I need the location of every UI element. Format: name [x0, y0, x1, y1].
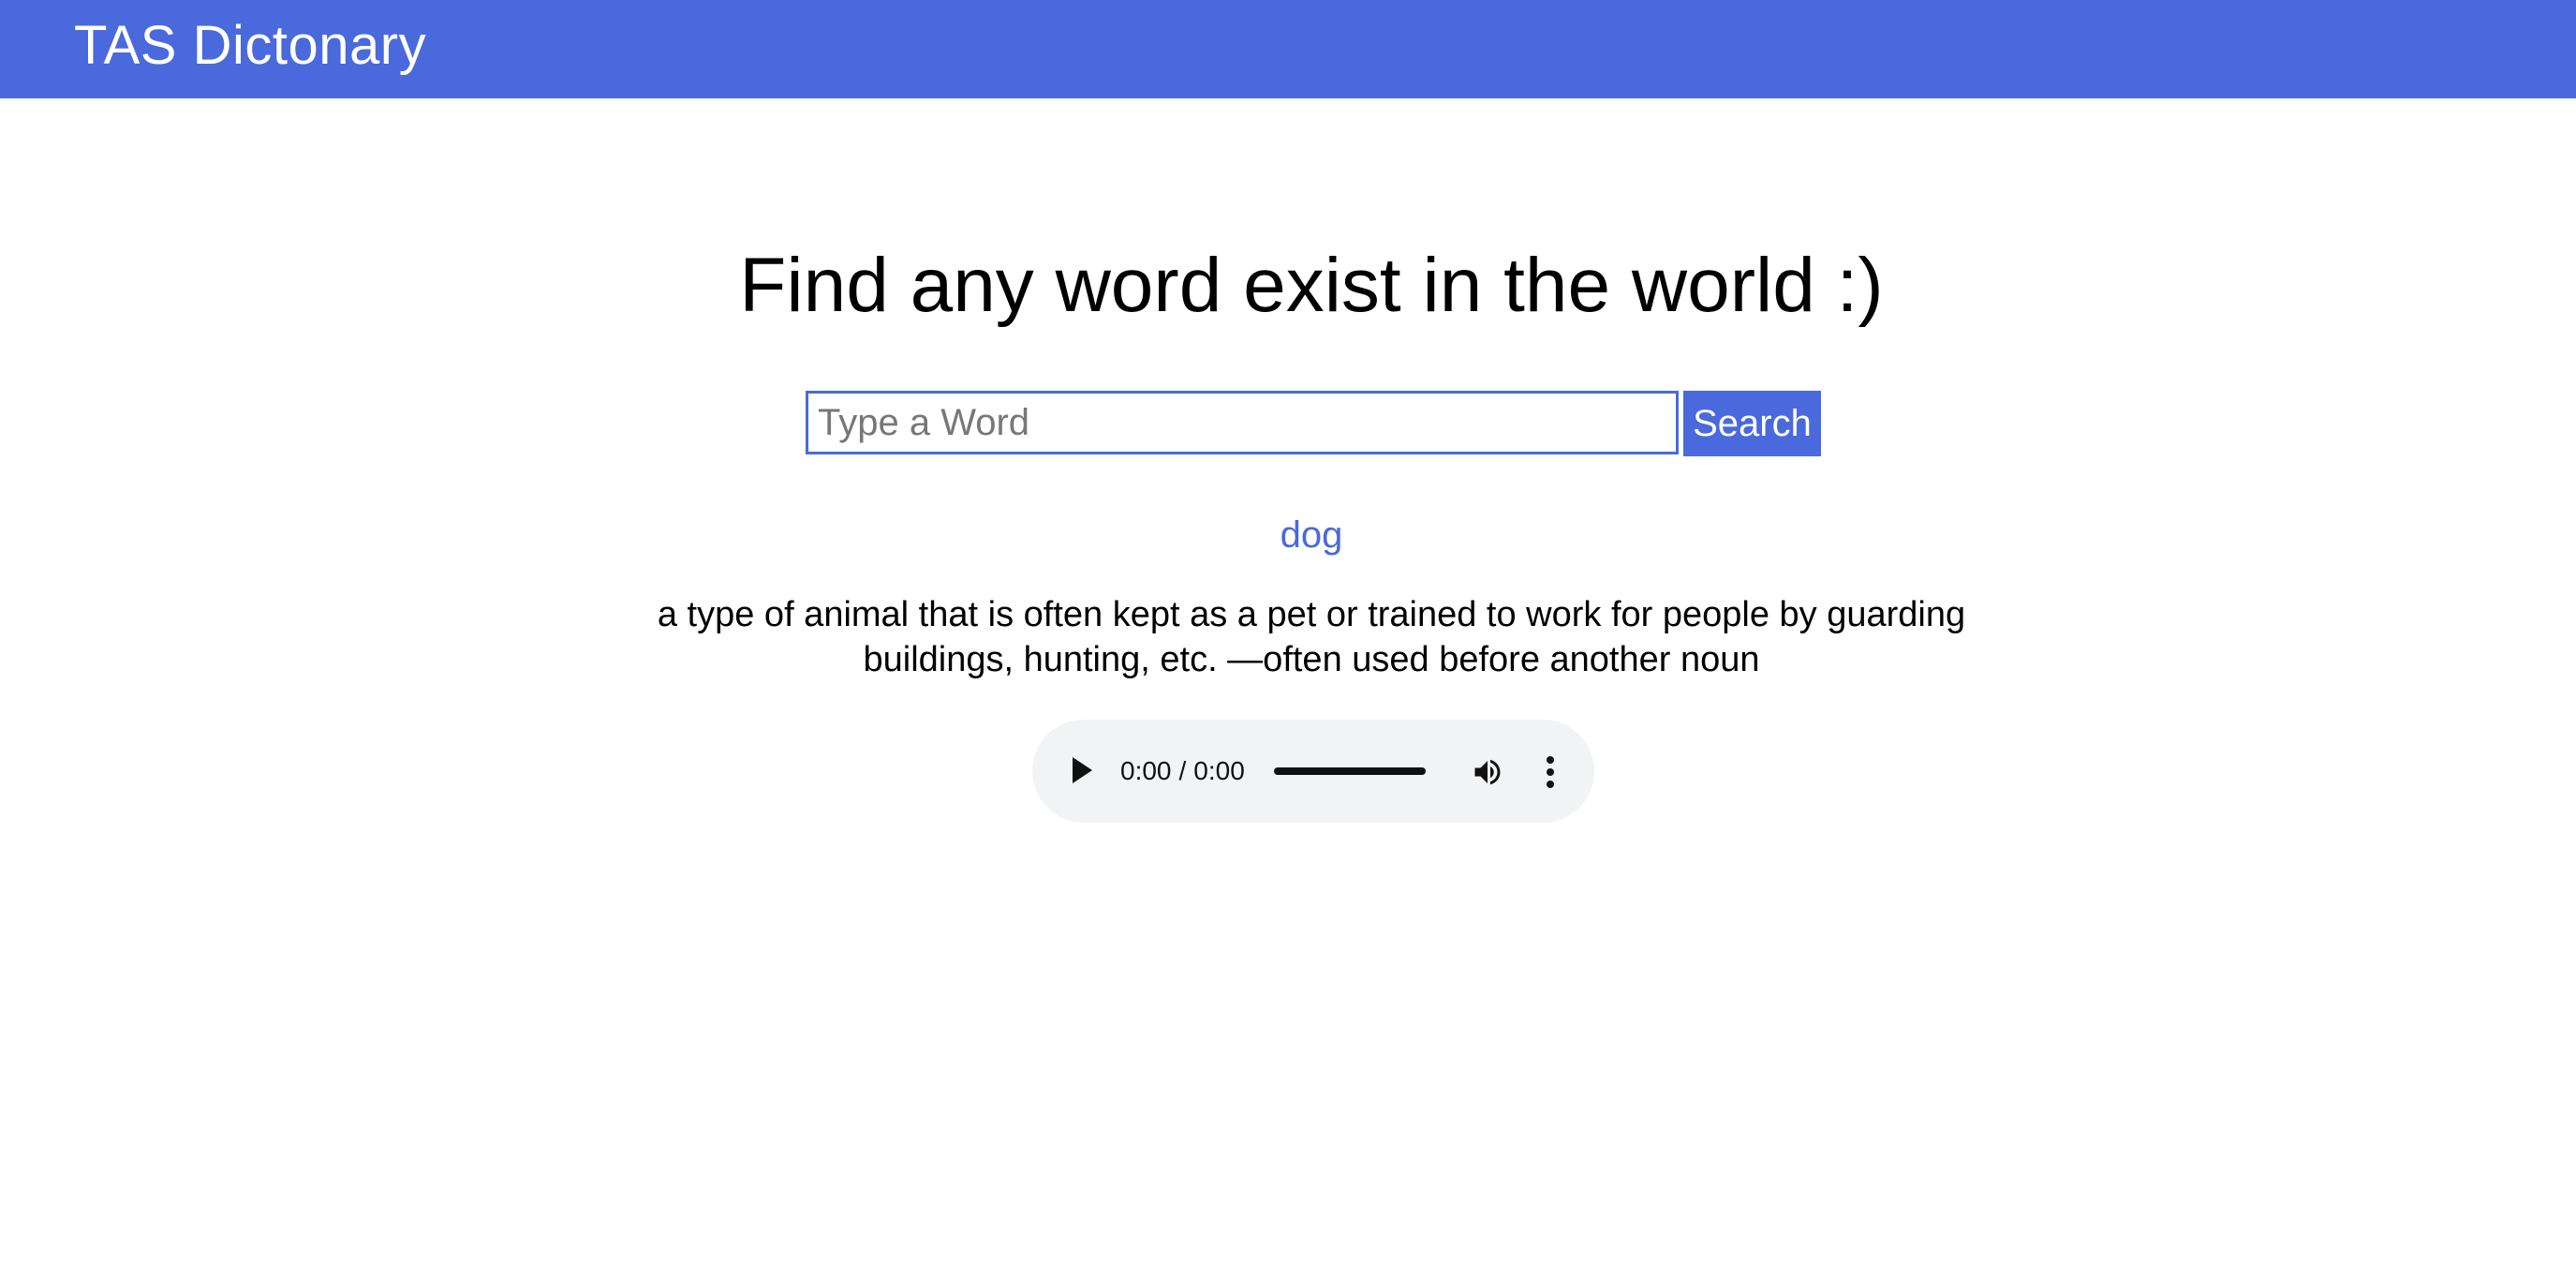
time-display: 0:00/0:00 — [1120, 753, 1245, 789]
navbar: TAS Dictonary — [0, 0, 2576, 98]
duration: 0:00 — [1193, 756, 1245, 785]
brand-title[interactable]: TAS Dictonary — [74, 13, 426, 79]
audio-player[interactable]: 0:00/0:00 — [1032, 720, 1594, 823]
search-input[interactable] — [806, 391, 1679, 454]
play-icon[interactable] — [1073, 757, 1092, 783]
time-separator: / — [1178, 756, 1187, 785]
result-word: dog — [1280, 514, 1343, 556]
progress-slider[interactable] — [1274, 767, 1426, 775]
page-headline: Find any word exist in the world :) — [739, 243, 1884, 328]
volume-icon[interactable] — [1471, 755, 1504, 789]
more-vert-icon[interactable] — [1546, 756, 1555, 788]
result-definition: a type of animal that is often kept as a… — [657, 595, 1966, 679]
current-time: 0:00 — [1120, 756, 1172, 785]
search-button[interactable]: Search — [1683, 391, 1821, 456]
